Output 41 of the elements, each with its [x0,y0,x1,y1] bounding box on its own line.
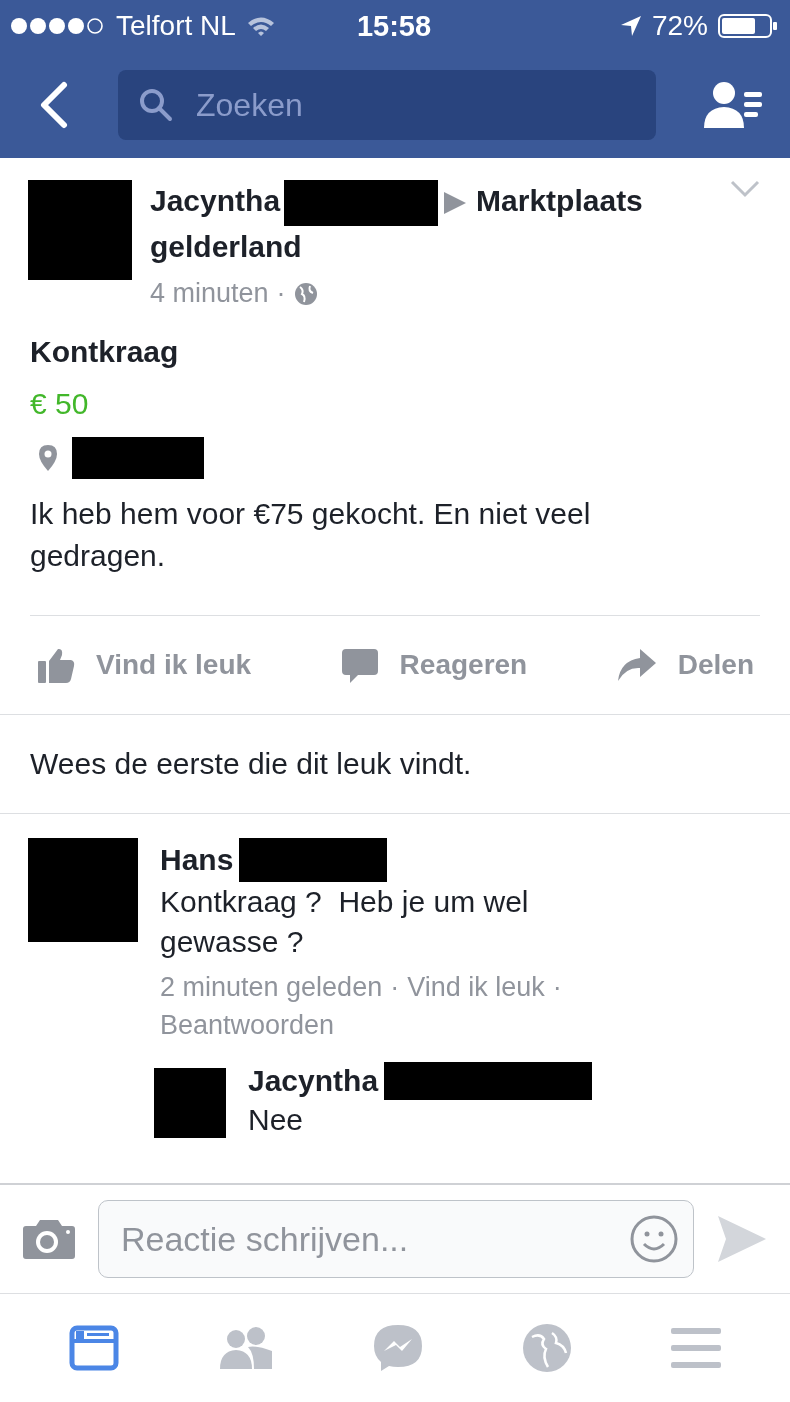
author-name[interactable]: Jacyntha [150,184,281,217]
search-field[interactable]: Zoeken [194,85,636,125]
globe-icon [293,281,318,306]
menu-icon [670,1326,721,1370]
comment-field[interactable]: Reactie schrijven... [119,1218,629,1260]
listing-price: € 50 [30,387,90,422]
comment-text: Nee [248,1102,305,1139]
search-icon [138,87,174,123]
post-time: 4 minuten [150,278,269,310]
globe-icon [522,1323,573,1373]
separator-dot: · [390,971,400,1005]
location-pin-icon [38,444,58,473]
search-bar[interactable]: Zoeken [118,70,656,140]
comment-time: 2 minuten geleden [160,971,383,1005]
location-arrow-icon [619,15,642,37]
commenter-name[interactable]: Jacyntha [248,1064,379,1099]
group-name[interactable]: gelderland [150,230,302,264]
clock-time: 15:58 [356,9,432,43]
signal-icon [10,17,106,35]
redacted-avatar [154,1068,226,1139]
smiley-icon[interactable] [629,1214,679,1264]
likes-summary: Wees de eerste die dit leuk vindt. [0,714,790,815]
separator-dot: · [276,278,286,310]
commenter-name[interactable]: Hans [160,843,234,878]
comment-text: Kontkraag ? Heb je um wel gewasse ? [160,884,530,961]
battery-percentage: 72% [651,10,708,42]
separator-dot: · [552,971,562,1005]
friend-requests-icon[interactable] [704,80,764,130]
camera-icon[interactable] [22,1218,76,1260]
news-feed-icon [69,1325,120,1371]
back-icon[interactable] [38,81,70,129]
carrier-name: Telfort NL [116,10,236,42]
messenger-icon [371,1323,424,1373]
chevron-down-icon[interactable] [730,180,760,198]
battery-icon [718,14,778,38]
friends-icon [217,1325,274,1371]
post-text: Ik heb hem voor €75 gekocht. En niet veel gedragen. [30,496,592,575]
group-name[interactable]: Marktplaats [476,184,643,217]
comment-bar[interactable]: Reactie schrijven... [98,1200,694,1278]
listing-title: Kontkraag [30,335,180,370]
send-icon[interactable] [716,1214,768,1264]
